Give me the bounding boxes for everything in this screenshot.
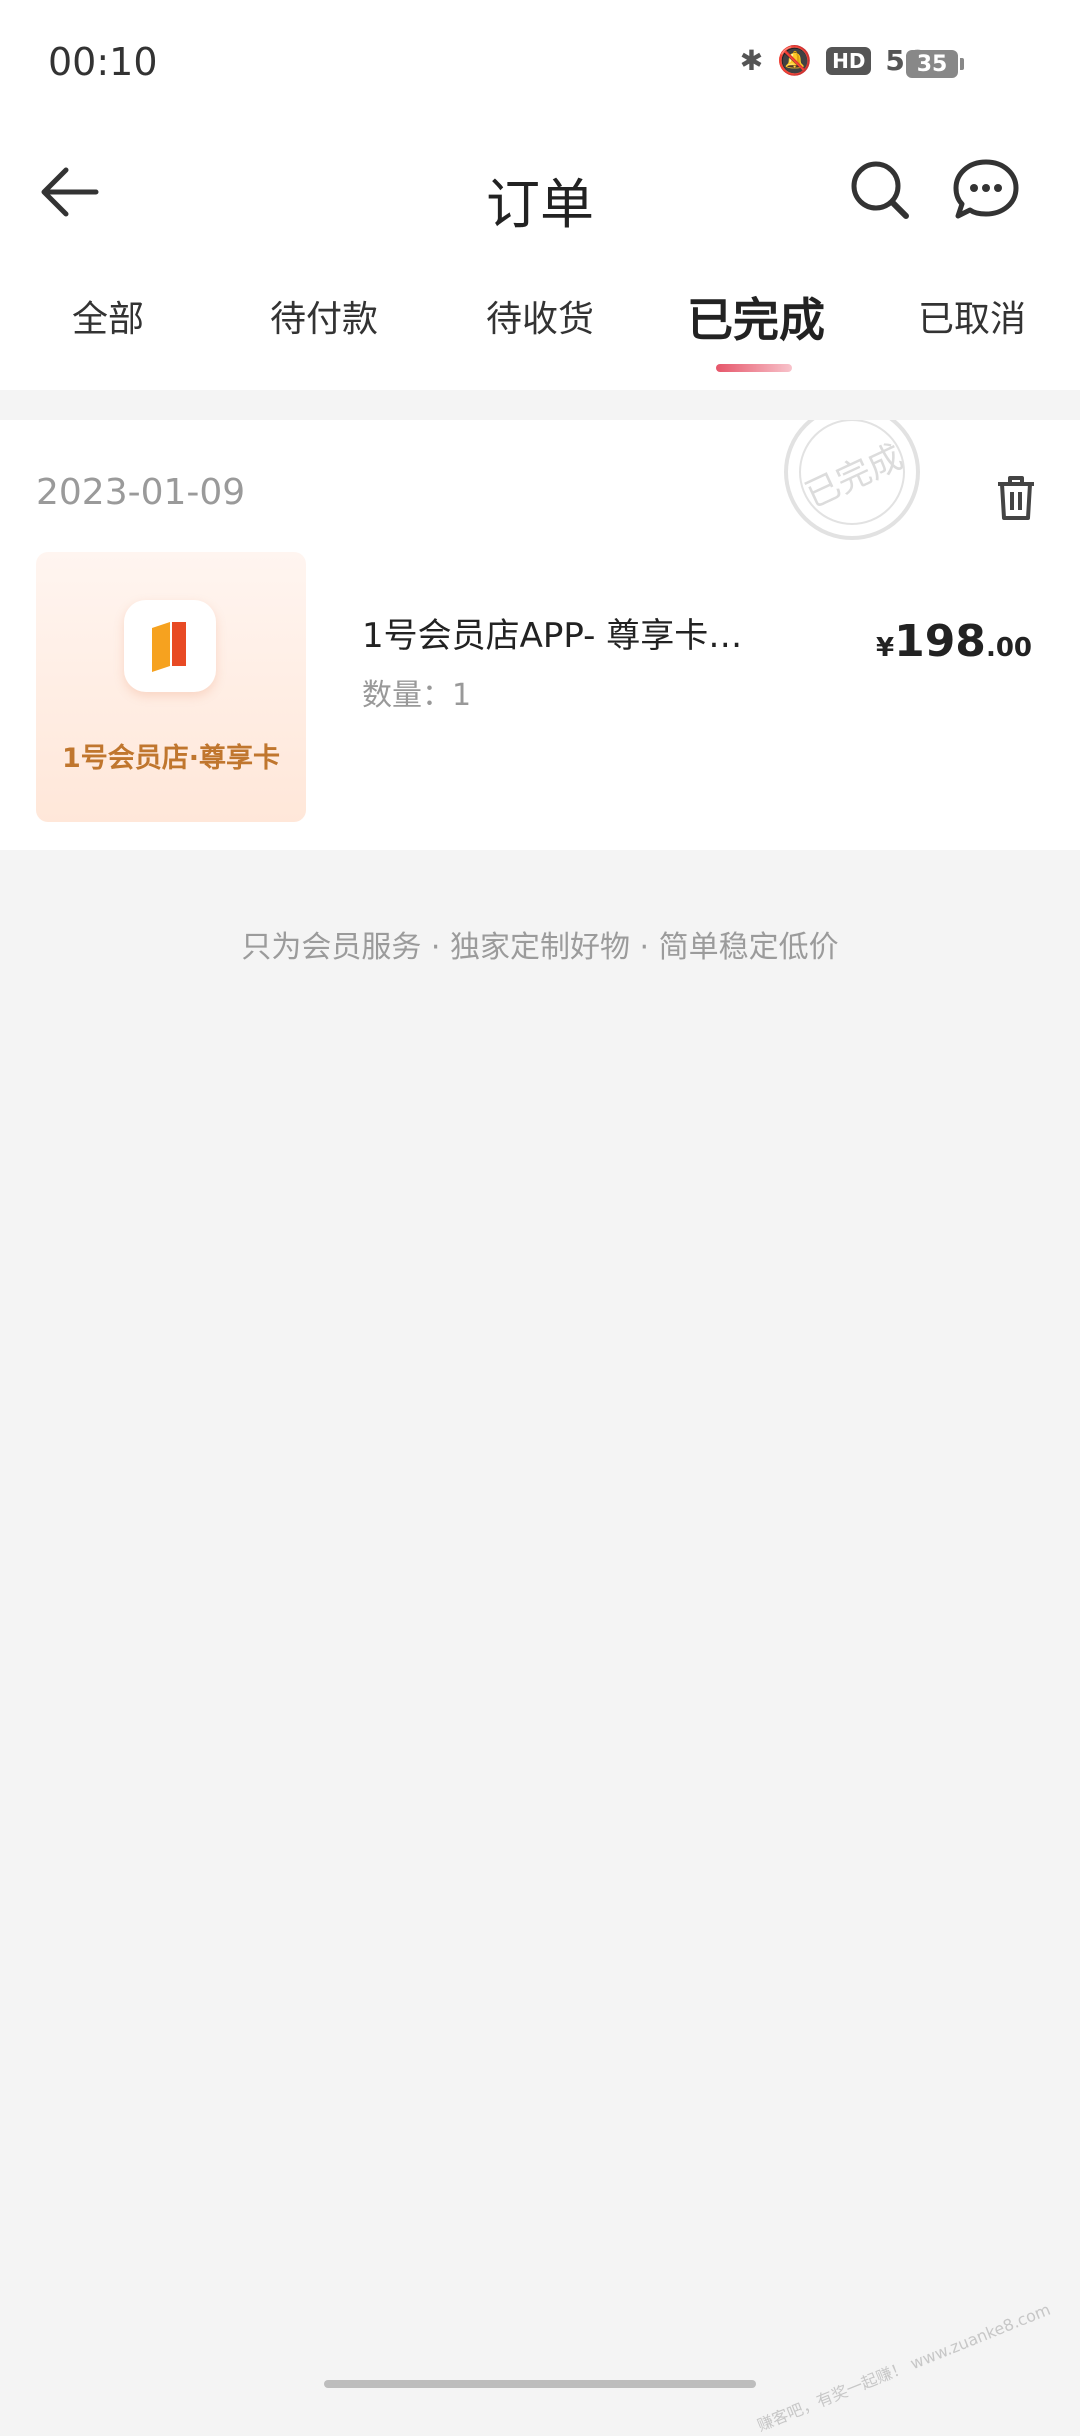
chat-bubble-icon: [953, 159, 1019, 219]
product-price: ¥198.00: [876, 616, 1032, 667]
status-bar: 00:10 ✱ 🔕 HD 5G▮ 35: [0, 0, 1080, 130]
order-card[interactable]: 2023-01-09 已完成 1号会员店·尊享卡 1号会员店APP- 尊享卡… …: [0, 420, 1080, 850]
tab-cancelled[interactable]: 已取消: [918, 290, 1026, 342]
price-integer: 198: [894, 616, 986, 667]
tab-pending-receipt[interactable]: 待收货: [486, 290, 594, 342]
product-quantity: 数量：1: [362, 678, 472, 713]
search-button[interactable]: [840, 150, 920, 230]
bluetooth-icon: ✱: [739, 44, 764, 77]
hd-badge: HD: [826, 46, 872, 75]
tab-completed[interactable]: 已完成: [687, 284, 825, 350]
message-button[interactable]: [946, 150, 1026, 230]
app-logo: [124, 600, 216, 692]
status-time: 00:10: [48, 40, 158, 84]
brand-logo-icon: [152, 622, 186, 672]
order-tabs: 全部 待付款 待收货 已完成 已取消: [0, 260, 1080, 390]
order-date: 2023-01-09: [36, 472, 246, 513]
mute-icon: 🔕: [777, 44, 813, 77]
tab-all[interactable]: 全部: [72, 290, 144, 342]
thumbnail-label: 1号会员店·尊享卡: [61, 743, 281, 774]
trash-icon: [998, 476, 1034, 520]
watermark: 赚客吧，有奖一起赚！ www.zuanke8.com: [754, 2299, 1053, 2436]
delete-order-button[interactable]: [988, 470, 1044, 526]
home-indicator[interactable]: [324, 2380, 756, 2388]
slogan: 只为会员服务 · 独家定制好物 · 简单稳定低价: [241, 930, 839, 965]
tab-pending-payment[interactable]: 待付款: [270, 290, 378, 342]
app-header: 订单: [0, 130, 1080, 260]
tab-active-indicator: [716, 364, 792, 372]
battery-icon: 35: [906, 50, 964, 78]
product-thumbnail[interactable]: 1号会员店·尊享卡: [36, 552, 306, 822]
price-decimal: .00: [985, 633, 1032, 663]
search-icon: [851, 161, 909, 219]
price-currency: ¥: [875, 633, 895, 663]
product-name[interactable]: 1号会员店APP- 尊享卡…: [362, 608, 742, 657]
completed-stamp-icon: 已完成: [784, 420, 920, 540]
